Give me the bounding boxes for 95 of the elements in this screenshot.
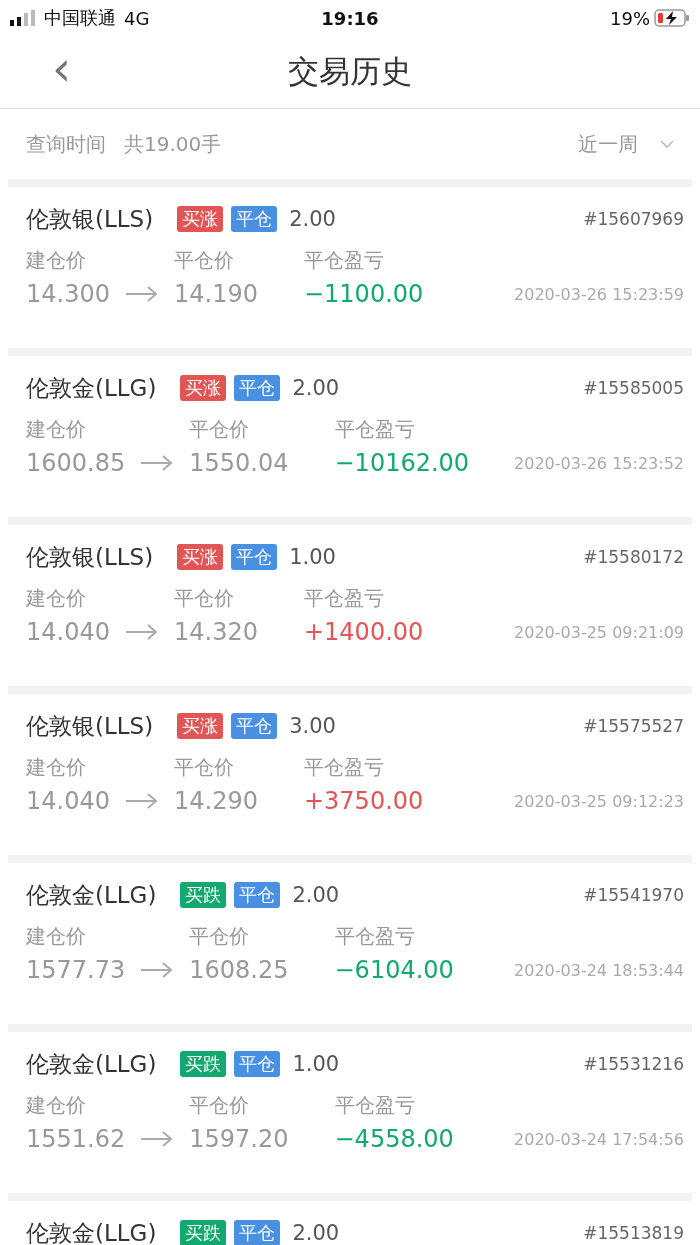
status-tag: 平仓 — [231, 713, 278, 739]
clock-time: 19:16 — [321, 7, 379, 29]
close-price: 14.190 — [174, 280, 258, 308]
pnl-label: 平仓盈亏 — [303, 586, 384, 610]
direction-tag: 买跌 — [180, 1051, 227, 1077]
close-price-label: 平仓价 — [174, 754, 235, 781]
direction-tag: 买跌 — [180, 1220, 227, 1245]
order-number: #15541970 — [583, 885, 684, 905]
close-price-label: 平仓价 — [189, 1092, 251, 1119]
lot-size: 2.00 — [292, 1221, 340, 1245]
chevron-down-icon — [660, 140, 674, 148]
close-price-label: 平仓价 — [189, 923, 251, 950]
status-tag: 平仓 — [234, 1220, 281, 1245]
instrument-name: 伦敦金(LLG) — [26, 373, 157, 403]
close-price-label: 平仓价 — [174, 585, 235, 612]
direction-tag: 买涨 — [177, 713, 224, 739]
arrow-right-icon — [126, 286, 158, 302]
status-tag: 平仓 — [231, 206, 278, 232]
open-price: 1577.73 — [26, 956, 126, 984]
order-number: #15575527 — [583, 716, 684, 736]
open-price-label: 建仓价 — [26, 754, 87, 781]
profit-loss: −10162.00 — [334, 449, 470, 477]
lot-size: 3.00 — [289, 714, 336, 738]
filter-label: 查询时间 — [26, 130, 106, 158]
open-price: 14.040 — [26, 618, 110, 646]
instrument-name: 伦敦金(LLG) — [26, 880, 157, 910]
open-price-label: 建仓价 — [26, 416, 87, 443]
profit-loss: +3750.00 — [303, 787, 424, 815]
open-price-label: 建仓价 — [26, 247, 87, 274]
arrow-right-icon — [126, 793, 158, 809]
profit-loss: −1100.00 — [303, 280, 424, 308]
pnl-label: 平仓盈亏 — [334, 417, 415, 441]
period-dropdown[interactable]: 近一周 — [578, 130, 674, 158]
arrow-right-icon — [141, 962, 174, 978]
network-type: 4G — [124, 7, 150, 29]
page-title: 交易历史 — [288, 52, 412, 91]
close-price: 1550.04 — [189, 449, 289, 477]
pnl-label: 平仓盈亏 — [303, 755, 384, 779]
trade-time: 2020-03-24 17:54:56 — [514, 1129, 684, 1149]
pnl-label: 平仓盈亏 — [334, 924, 415, 948]
trade-time: 2020-03-26 15:23:59 — [514, 284, 684, 304]
instrument-name: 伦敦金(LLG) — [26, 1218, 157, 1245]
direction-tag: 买跌 — [180, 882, 227, 908]
close-price: 1608.25 — [189, 956, 289, 984]
trade-time: 2020-03-24 18:53:44 — [514, 960, 684, 980]
status-tag: 平仓 — [234, 1051, 281, 1077]
trade-time: 2020-03-25 09:21:09 — [514, 622, 684, 642]
lot-size: 1.00 — [289, 545, 336, 569]
battery-charging-icon — [654, 9, 690, 27]
instrument-name: 伦敦银(LLS) — [26, 711, 154, 741]
status-tag: 平仓 — [234, 882, 281, 908]
order-number: #15607969 — [583, 209, 684, 229]
open-price-label: 建仓价 — [26, 923, 87, 950]
open-price: 1600.85 — [26, 449, 126, 477]
battery-percent: 19% — [610, 7, 650, 29]
close-price-label: 平仓价 — [174, 247, 235, 274]
open-price: 14.300 — [26, 280, 110, 308]
lot-size: 2.00 — [292, 376, 340, 400]
arrow-right-icon — [141, 455, 174, 471]
lot-size: 2.00 — [289, 207, 336, 231]
lot-size: 1.00 — [292, 1052, 340, 1076]
status-tag: 平仓 — [234, 375, 281, 401]
trade-time: 2020-03-25 09:12:23 — [514, 791, 684, 811]
profit-loss: −4558.00 — [334, 1125, 454, 1153]
arrow-right-icon — [126, 624, 158, 640]
instrument-name: 伦敦银(LLS) — [26, 204, 154, 234]
total-lots: 共19.00手 — [124, 130, 222, 158]
close-price-label: 平仓价 — [189, 416, 251, 443]
arrow-right-icon — [141, 1131, 174, 1147]
order-number: #15585005 — [583, 378, 684, 398]
pnl-label: 平仓盈亏 — [303, 248, 384, 272]
profit-loss: −6104.00 — [334, 956, 454, 984]
instrument-name: 伦敦金(LLG) — [26, 1049, 157, 1079]
close-price: 1597.20 — [189, 1125, 289, 1153]
order-number: #15580172 — [583, 547, 684, 567]
status-tag: 平仓 — [231, 544, 278, 570]
pnl-label: 平仓盈亏 — [334, 1093, 415, 1117]
order-number: #15513819 — [583, 1223, 684, 1243]
close-price: 14.320 — [174, 618, 258, 646]
open-price-label: 建仓价 — [26, 1092, 87, 1119]
order-number: #15531216 — [583, 1054, 684, 1074]
back-button[interactable]: ‹ — [44, 44, 80, 92]
signal-icon — [10, 10, 36, 26]
open-price: 1551.62 — [26, 1125, 126, 1153]
trade-time: 2020-03-26 15:23:52 — [514, 453, 684, 473]
close-price: 14.290 — [174, 787, 258, 815]
open-price-label: 建仓价 — [26, 585, 87, 612]
open-price: 14.040 — [26, 787, 110, 815]
direction-tag: 买涨 — [177, 206, 224, 232]
profit-loss: +1400.00 — [303, 618, 424, 646]
carrier-name: 中国联通 — [44, 6, 116, 30]
direction-tag: 买涨 — [177, 544, 224, 570]
lot-size: 2.00 — [292, 883, 340, 907]
instrument-name: 伦敦银(LLS) — [26, 542, 154, 572]
direction-tag: 买涨 — [180, 375, 227, 401]
